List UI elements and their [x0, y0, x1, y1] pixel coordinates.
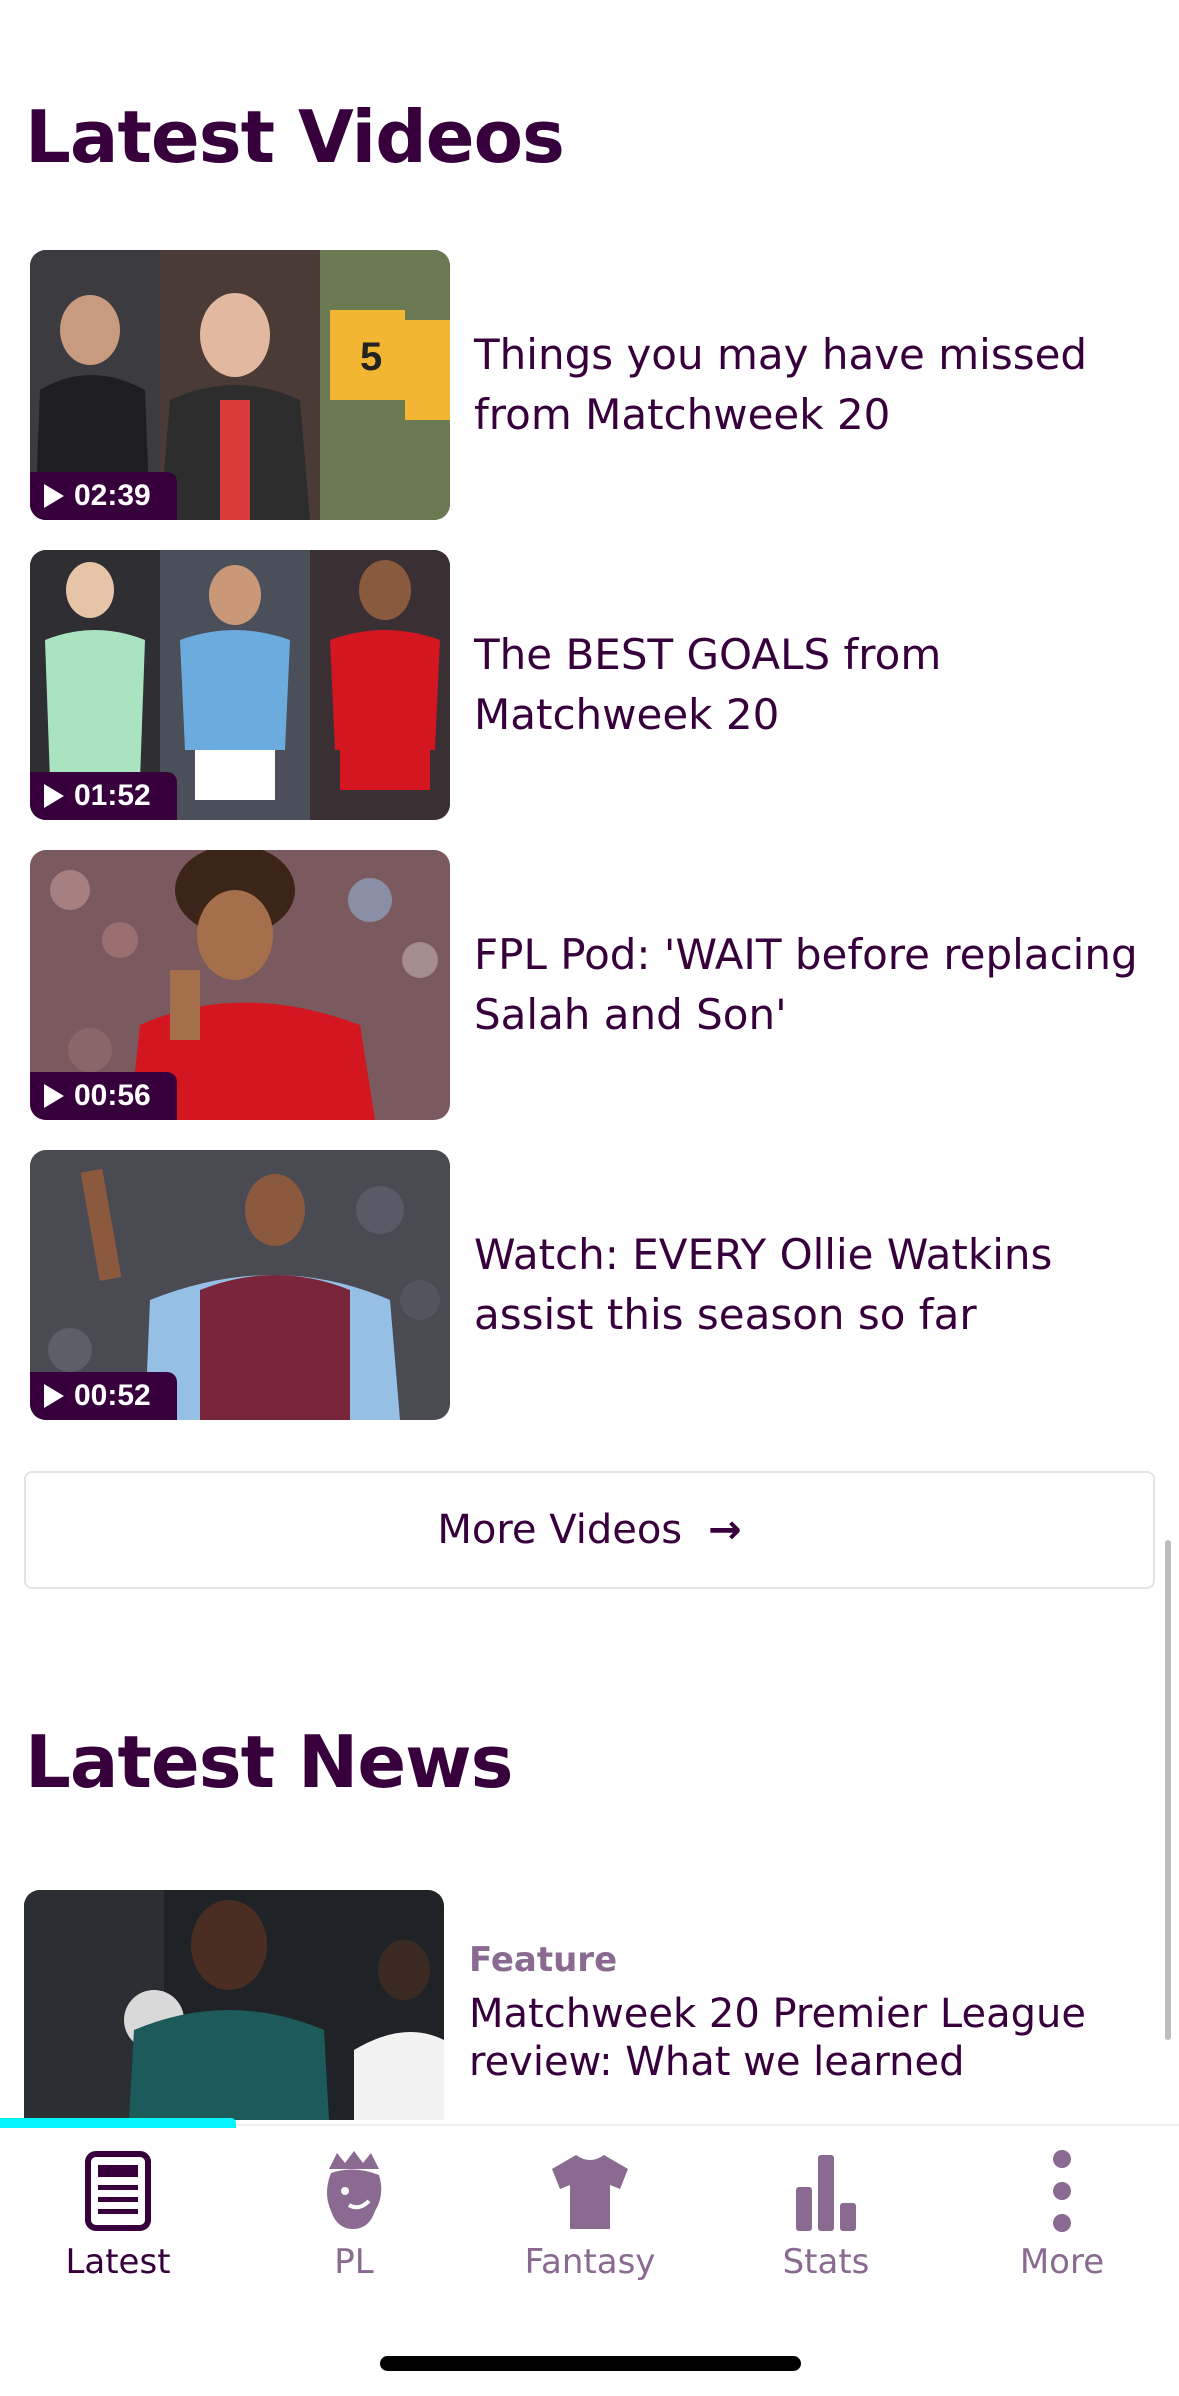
- news-thumbnail-image: [24, 1890, 444, 2120]
- news-tag: Feature: [469, 1940, 618, 1980]
- tab-latest[interactable]: Latest: [0, 2146, 236, 2296]
- video-title[interactable]: FPL Pod: 'WAIT before replacing Salah an…: [474, 925, 1154, 1045]
- video-thumbnail[interactable]: 00:52: [30, 1150, 450, 1420]
- news-title[interactable]: Matchweek 20 Premier League review: What…: [469, 1990, 1149, 2086]
- tab-fantasy[interactable]: Fantasy: [472, 2146, 708, 2296]
- video-item[interactable]: 00:52 Watch: EVERY Ollie Watkins assist …: [30, 1150, 1160, 1420]
- shirt-icon: [550, 2146, 630, 2236]
- premier-league-lion-icon: [319, 2146, 389, 2236]
- svg-text:5: 5: [360, 335, 382, 379]
- tab-stats[interactable]: Stats: [708, 2146, 944, 2296]
- news-item[interactable]: Feature Matchweek 20 Premier League revi…: [24, 1890, 1159, 2120]
- tab-more[interactable]: More: [944, 2146, 1179, 2296]
- play-icon: [44, 784, 64, 808]
- scrollbar[interactable]: [1165, 1540, 1171, 2040]
- video-duration: 01:52: [74, 779, 151, 812]
- news-thumbnail[interactable]: [24, 1890, 444, 2120]
- video-duration-badge: 00:52: [30, 1372, 177, 1420]
- play-icon: [44, 1084, 64, 1108]
- tab-label: PL: [334, 2242, 374, 2282]
- latest-videos-heading: Latest Videos: [25, 95, 565, 179]
- tab-pl[interactable]: PL: [236, 2146, 472, 2296]
- tab-label: Latest: [65, 2242, 171, 2282]
- video-thumbnail[interactable]: 01:52: [30, 550, 450, 820]
- video-duration: 00:56: [74, 1079, 151, 1112]
- video-item[interactable]: 01:52 The BEST GOALS from Matchweek 20: [30, 550, 1160, 820]
- more-videos-button[interactable]: More Videos →: [24, 1471, 1155, 1589]
- video-duration-badge: 02:39: [30, 472, 177, 520]
- latest-news-heading: Latest News: [25, 1720, 514, 1804]
- more-vertical-icon: [1050, 2146, 1074, 2236]
- video-item[interactable]: 00:56 FPL Pod: 'WAIT before replacing Sa…: [30, 850, 1160, 1120]
- video-thumbnail[interactable]: 00:56: [30, 850, 450, 1120]
- bar-chart-icon: [794, 2146, 858, 2236]
- video-title[interactable]: Watch: EVERY Ollie Watkins assist this s…: [474, 1225, 1154, 1345]
- news-icon: [85, 2146, 151, 2236]
- more-videos-label: More Videos: [437, 1507, 683, 1553]
- home-indicator[interactable]: [380, 2356, 801, 2371]
- video-duration: 02:39: [74, 479, 151, 512]
- tab-label: Stats: [782, 2242, 870, 2282]
- play-icon: [44, 1384, 64, 1408]
- video-item[interactable]: 5 02:39 Things you may have missed from …: [30, 250, 1160, 520]
- video-title[interactable]: Things you may have missed from Matchwee…: [474, 325, 1154, 445]
- video-duration-badge: 01:52: [30, 772, 177, 820]
- video-duration: 00:52: [74, 1379, 151, 1412]
- video-thumbnail[interactable]: 5 02:39: [30, 250, 450, 520]
- arrow-right-icon: →: [708, 1507, 742, 1553]
- play-icon: [44, 484, 64, 508]
- tab-label: Fantasy: [524, 2242, 656, 2282]
- video-title[interactable]: The BEST GOALS from Matchweek 20: [474, 625, 1154, 745]
- video-duration-badge: 00:56: [30, 1072, 177, 1120]
- tab-label: More: [1019, 2242, 1105, 2282]
- active-tab-indicator: [0, 2118, 236, 2128]
